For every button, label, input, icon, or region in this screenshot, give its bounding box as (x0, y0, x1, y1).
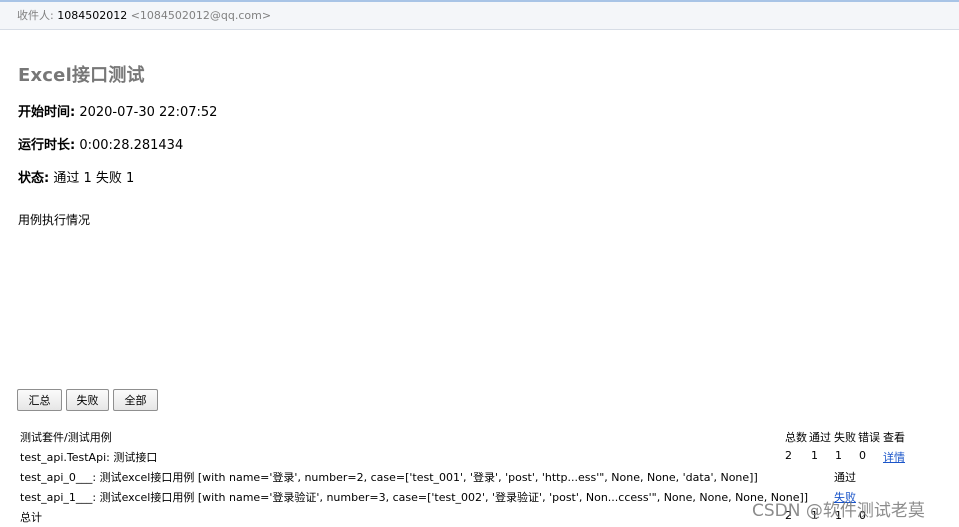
summary-button[interactable]: 汇总 (17, 389, 62, 411)
email-recipient-bar: 收件人: 1084502012 <1084502012@qq.com> (0, 2, 959, 30)
start-time-label: 开始时间: (18, 105, 76, 120)
suite-error: 0 (859, 449, 866, 462)
suite-fail: 1 (835, 449, 842, 462)
table-row-case-0-name: test_api_0___: 测试excel接口用例 [with name='登… (20, 471, 758, 484)
suite-total: 2 (785, 449, 792, 462)
duration-value: 0:00:28.281434 (79, 138, 184, 153)
status-label: 状态: (18, 171, 50, 186)
header-total: 总数 (785, 431, 807, 444)
suite-name: test_api.TestApi: 测试接口 (20, 451, 158, 464)
report-title: Excel接口测试 (18, 65, 145, 86)
table-row-case-0-result: 通过 (834, 471, 856, 484)
failed-button[interactable]: 失败 (66, 389, 109, 411)
header-suite-case: 测试套件/测试用例 (20, 431, 112, 444)
header-view: 查看 (883, 431, 905, 444)
header-pass: 通过 (809, 431, 831, 444)
suite-detail-link[interactable]: 详情 (883, 449, 905, 465)
header-fail: 失败 (834, 431, 856, 444)
start-time-row: 开始时间: 2020-07-30 22:07:52 (18, 101, 217, 120)
all-button[interactable]: 全部 (113, 389, 158, 411)
recipient-label: 收件人: (17, 9, 54, 22)
table-row-case-1-name: test_api_1___: 测试excel接口用例 [with name='登… (20, 491, 809, 504)
footer-label: 总计 (20, 511, 42, 524)
header-error: 错误 (858, 431, 880, 444)
suite-pass: 1 (811, 449, 818, 462)
csdn-watermark: CSDN @软件测试老莫 (752, 501, 925, 521)
duration-row: 运行时长: 0:00:28.281434 (18, 134, 183, 153)
recipient-address: <1084502012@qq.com> (130, 9, 272, 22)
section-heading: 用例执行情况 (18, 213, 91, 227)
duration-label: 运行时长: (18, 138, 76, 153)
status-value: 通过 1 失败 1 (53, 171, 135, 186)
recipient-name[interactable]: 1084502012 (57, 9, 127, 22)
recipient-line: 收件人: 1084502012 <1084502012@qq.com> (17, 2, 271, 29)
start-time-value: 2020-07-30 22:07:52 (79, 105, 218, 120)
status-row: 状态: 通过 1 失败 1 (18, 167, 134, 186)
